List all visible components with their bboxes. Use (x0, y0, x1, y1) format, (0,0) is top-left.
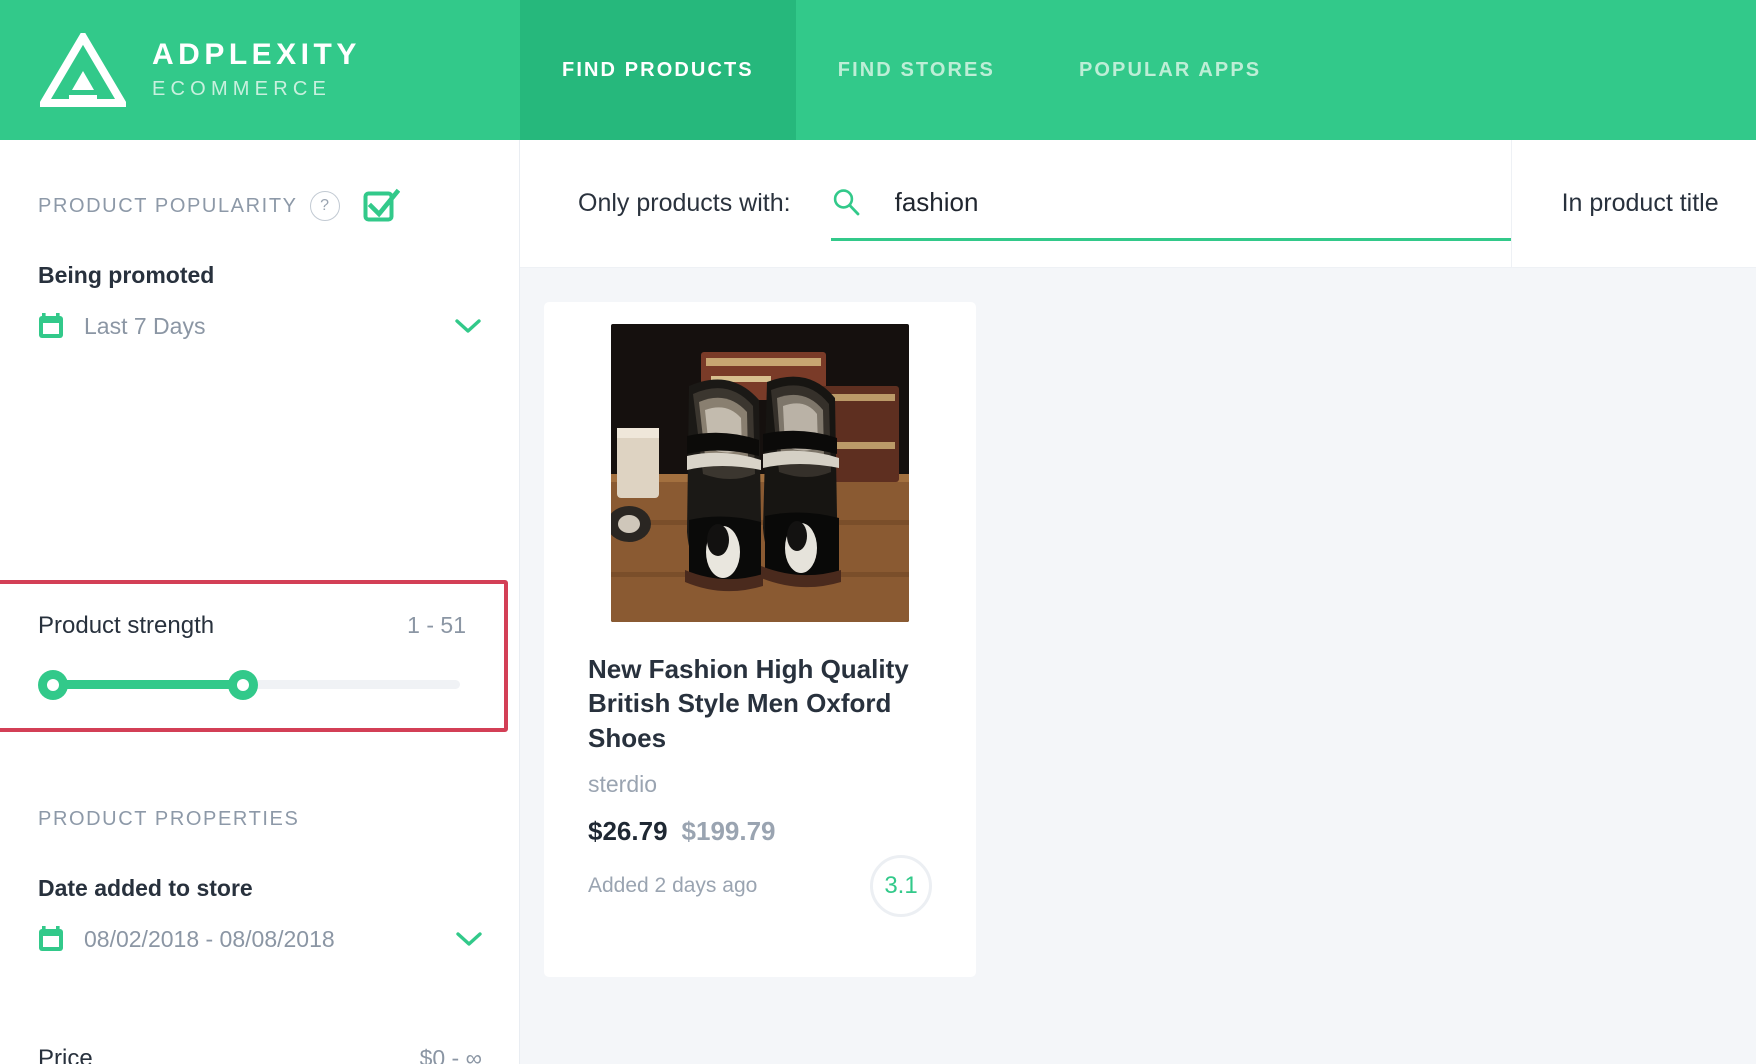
slider-handle-min[interactable] (38, 670, 68, 700)
tab-find-stores[interactable]: FIND STORES (796, 0, 1037, 140)
search-field[interactable] (830, 167, 1511, 241)
chevron-down-icon (455, 318, 481, 334)
date-added-dropdown[interactable]: 08/02/2018 - 08/08/2018 (0, 924, 520, 954)
main-nav: FIND PRODUCTS FIND STORES POPULAR APPS (520, 0, 1303, 140)
being-promoted-date-value: Last 7 Days (84, 312, 206, 339)
results-grid: New Fashion High Quality British Style M… (520, 268, 1756, 1064)
search-bar: Only products with: In product title (520, 140, 1756, 268)
date-added-label: Date added to store (38, 875, 253, 901)
product-footer: Added 2 days ago 3.1 (566, 854, 954, 917)
product-strength-header: Product strength 1 - 51 (38, 612, 466, 640)
product-price-original: $199.79 (681, 815, 776, 846)
product-card[interactable]: New Fashion High Quality British Style M… (544, 302, 976, 977)
tab-find-products[interactable]: FIND PRODUCTS (520, 0, 796, 140)
product-properties-title: PRODUCT PROPERTIES (38, 807, 300, 830)
tab-popular-apps[interactable]: POPULAR APPS (1037, 0, 1303, 140)
slider-fill (48, 680, 243, 689)
price-value: $0 - ∞ (419, 1045, 482, 1064)
triangle-logo-icon (36, 29, 130, 107)
price-header: Price $0 - ∞ (0, 1045, 520, 1064)
question-mark-icon[interactable]: ? (309, 191, 340, 221)
brand-name: ADPLEXITY (152, 38, 361, 72)
product-prices: $26.79 $199.79 (566, 816, 954, 847)
product-popularity-title: PRODUCT POPULARITY (38, 194, 298, 217)
chevron-down-icon (456, 931, 482, 947)
search-scope-value: In product title (1561, 189, 1719, 217)
product-properties-header: PRODUCT PROPERTIES (0, 795, 520, 843)
top-bar: ADPLEXITY ECOMMERCE FIND PRODUCTS FIND S… (0, 0, 1756, 140)
being-promoted-date-dropdown[interactable]: Last 7 Days (0, 311, 519, 341)
brand-logo[interactable]: ADPLEXITY ECOMMERCE (0, 0, 520, 140)
search-left: Only products with: (520, 140, 1511, 267)
price-label: Price (38, 1045, 93, 1064)
only-products-with-label: Only products with: (578, 189, 791, 217)
filters-sidebar: PRODUCT POPULARITY ? Being promoted Last… (0, 140, 520, 1064)
slider-handle-max[interactable] (228, 670, 258, 700)
search-input[interactable] (894, 186, 1511, 218)
product-strength-label: Product strength (38, 612, 215, 639)
price-filter: Price $0 - ∞ (0, 1045, 520, 1064)
being-promoted-label: Being promoted (38, 262, 215, 288)
product-properties-section: PRODUCT PROPERTIES Date added to store 0… (0, 795, 520, 954)
product-strength-filter: Product strength 1 - 51 (0, 580, 508, 732)
search-icon (831, 187, 861, 217)
checkbox-checked-icon[interactable] (362, 187, 400, 225)
date-added-value: 08/02/2018 - 08/08/2018 (84, 925, 335, 952)
page-body: PRODUCT POPULARITY ? Being promoted Last… (0, 140, 1756, 1064)
product-rating-badge: 3.1 (870, 854, 932, 917)
brand-subtitle: ECOMMERCE (152, 77, 332, 100)
product-title: New Fashion High Quality British Style M… (588, 654, 909, 753)
product-price-current: $26.79 (588, 815, 668, 846)
calendar-icon (38, 311, 68, 341)
product-strength-slider[interactable] (38, 666, 466, 702)
product-store: sterdio (588, 770, 658, 797)
product-strength-value: 1 - 51 (407, 612, 466, 638)
product-added-date: Added 2 days ago (588, 873, 758, 897)
calendar-icon (38, 924, 68, 954)
main-content: Only products with: In product title (520, 140, 1756, 1064)
app-root: ADPLEXITY ECOMMERCE FIND PRODUCTS FIND S… (0, 0, 1756, 1064)
product-image[interactable] (611, 324, 909, 622)
product-popularity-header: PRODUCT POPULARITY ? (0, 182, 519, 230)
search-scope-dropdown[interactable]: In product title (1510, 140, 1756, 267)
